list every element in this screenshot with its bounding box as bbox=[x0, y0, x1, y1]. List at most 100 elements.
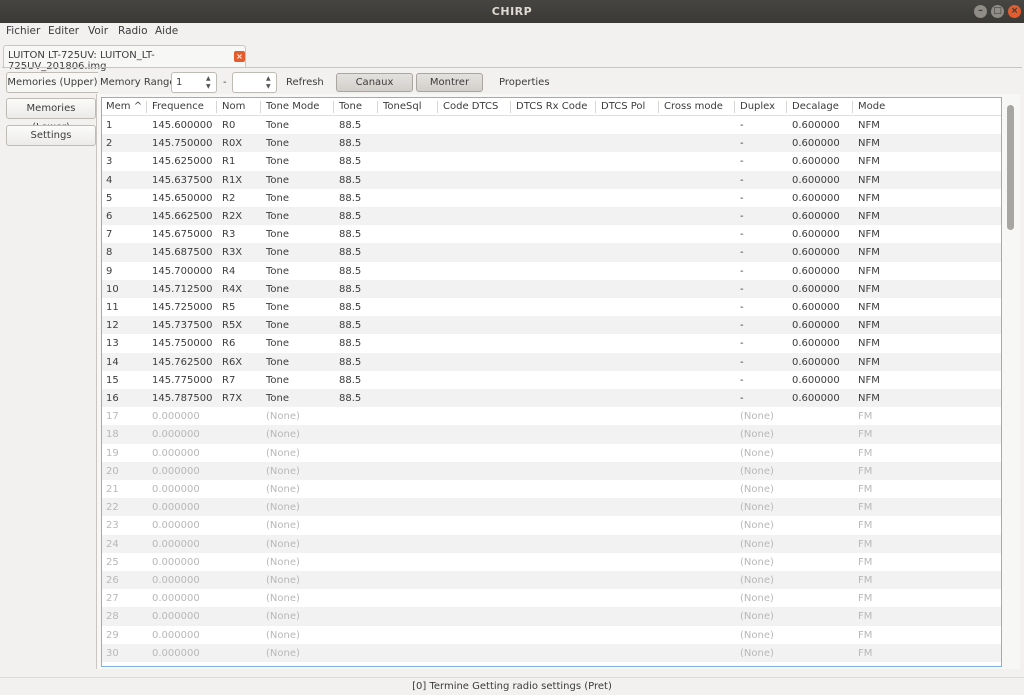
table-cell: 0.000000 bbox=[152, 429, 200, 441]
column-header-dtcs-rx-code[interactable]: DTCS Rx Code bbox=[516, 101, 587, 112]
column-header-tonesql[interactable]: ToneSql bbox=[383, 101, 422, 112]
table-cell: 15 bbox=[106, 374, 119, 386]
close-tab-icon[interactable]: × bbox=[234, 51, 245, 62]
table-row[interactable]: 30 0.000000 (None) (None) FM bbox=[102, 643, 1001, 662]
table-cell: 24 bbox=[106, 538, 119, 550]
table-cell: 145.750000 bbox=[152, 338, 213, 350]
table-cell: 145.750000 bbox=[152, 138, 213, 150]
table-row[interactable]: 27 0.000000 (None) (None) FM bbox=[102, 589, 1001, 607]
table-cell: 0.600000 bbox=[792, 174, 840, 186]
table-cell: 0.000000 bbox=[152, 484, 200, 495]
status-bar: [0] Termine Getting radio settings (Pret… bbox=[0, 677, 1024, 695]
table-cell: R5X bbox=[222, 320, 243, 332]
maximize-button[interactable]: □ bbox=[991, 5, 1004, 18]
table-cell: 88.5 bbox=[339, 265, 362, 277]
table-cell: - bbox=[740, 320, 744, 332]
properties-button[interactable]: Properties bbox=[499, 77, 550, 88]
column-header-cross-mode[interactable]: Cross mode bbox=[664, 101, 723, 112]
minimize-button[interactable]: – bbox=[974, 5, 987, 18]
range-end-spinner[interactable]: ▲▼ bbox=[232, 72, 277, 93]
table-cell: 0.600000 bbox=[792, 156, 840, 168]
table-cell: 1 bbox=[106, 120, 113, 131]
table-row[interactable]: 21 0.000000 (None) (None) FM bbox=[102, 480, 1001, 498]
table-row[interactable]: 10 145.712500 R4X Tone 88.5 - 0.600000 NFM bbox=[102, 279, 1001, 298]
sort-ascending-icon: ^ bbox=[133, 101, 143, 112]
refresh-button[interactable]: Refresh bbox=[286, 77, 324, 88]
table-row[interactable]: 24 0.000000 (None) (None) FM bbox=[102, 534, 1001, 553]
table-row[interactable]: 5 145.650000 R2 Tone 88.5 - 0.600000 NFM bbox=[102, 189, 1001, 207]
file-tab[interactable]: LUITON LT-725UV: LUITON_LT-725UV_201806.… bbox=[3, 45, 246, 72]
table-cell: 30 bbox=[106, 647, 119, 659]
table-cell: R2 bbox=[222, 192, 236, 204]
spin-arrows-icon[interactable]: ▲▼ bbox=[266, 75, 272, 91]
scrollbar-thumb[interactable] bbox=[1007, 105, 1014, 230]
range-start-spinner[interactable]: 1 ▲▼ bbox=[171, 72, 217, 93]
table-cell: 145.712500 bbox=[152, 283, 213, 295]
spin-arrows-icon[interactable]: ▲▼ bbox=[206, 75, 212, 91]
column-header-dtcs-pol[interactable]: DTCS Pol bbox=[601, 101, 645, 112]
menu-fichier[interactable]: Fichier bbox=[6, 25, 40, 37]
table-row[interactable]: 6 145.662500 R2X Tone 88.5 - 0.600000 NFM bbox=[102, 207, 1001, 226]
table-cell: NFM bbox=[858, 211, 880, 222]
column-header-code-dtcs[interactable]: Code DTCS bbox=[443, 101, 498, 112]
table-row[interactable]: 12 145.737500 R5X Tone 88.5 - 0.600000 NFM bbox=[102, 316, 1001, 335]
table-row[interactable]: 1 145.600000 R0 Tone 88.5 - 0.600000 NFM bbox=[102, 116, 1001, 134]
window-titlebar: CHIRP – □ × bbox=[0, 0, 1024, 23]
table-row[interactable]: 11 145.725000 R5 Tone 88.5 - 0.600000 NFM bbox=[102, 298, 1001, 316]
column-header-tone-mode[interactable]: Tone Mode bbox=[266, 101, 319, 112]
table-cell: Tone bbox=[266, 192, 290, 204]
table-row[interactable]: 26 0.000000 (None) (None) FM bbox=[102, 571, 1001, 590]
table-row[interactable]: 4 145.637500 R1X Tone 88.5 - 0.600000 NFM bbox=[102, 170, 1001, 189]
table-cell: (None) bbox=[266, 593, 300, 605]
table-cell: - bbox=[740, 265, 744, 277]
memory-table[interactable]: Mem ^ Frequence Nom Tone Mode Tone ToneS… bbox=[101, 97, 1002, 667]
table-cell: (None) bbox=[740, 593, 774, 605]
column-header-tone[interactable]: Tone bbox=[339, 101, 362, 112]
table-row[interactable]: 20 0.000000 (None) (None) FM bbox=[102, 461, 1001, 480]
table-row[interactable]: 13 145.750000 R6 Tone 88.5 - 0.600000 NFM bbox=[102, 334, 1001, 352]
table-cell: FM bbox=[858, 647, 873, 659]
table-row[interactable]: 3 145.625000 R1 Tone 88.5 - 0.600000 NFM bbox=[102, 152, 1001, 170]
table-row[interactable]: 25 0.000000 (None) (None) FM bbox=[102, 553, 1001, 571]
table-row[interactable]: 9 145.700000 R4 Tone 88.5 - 0.600000 NFM bbox=[102, 262, 1001, 280]
table-row[interactable]: 19 0.000000 (None) (None) FM bbox=[102, 444, 1001, 462]
table-row[interactable]: 23 0.000000 (None) (None) FM bbox=[102, 516, 1001, 534]
vertical-scrollbar[interactable] bbox=[1005, 97, 1017, 667]
table-cell: 20 bbox=[106, 465, 119, 477]
special-channels-toggle[interactable]: Canaux speciaux bbox=[336, 73, 413, 105]
menu-voir[interactable]: Voir bbox=[88, 25, 108, 37]
table-cell: NFM bbox=[858, 302, 880, 313]
menu-aide[interactable]: Aide bbox=[155, 25, 178, 37]
menu-editer[interactable]: Editer bbox=[48, 25, 79, 37]
show-empty-toggle[interactable]: Montrer vides bbox=[416, 73, 483, 105]
table-row[interactable]: 7 145.675000 R3 Tone 88.5 - 0.600000 NFM bbox=[102, 225, 1001, 243]
table-row[interactable]: 16 145.787500 R7X Tone 88.5 - 0.600000 NFM bbox=[102, 389, 1001, 408]
column-header-mem[interactable]: Mem ^ bbox=[106, 101, 142, 112]
table-row[interactable]: 18 0.000000 (None) (None) FM bbox=[102, 425, 1001, 444]
tab-settings[interactable]: Settings bbox=[6, 125, 96, 146]
column-header-duplex[interactable]: Duplex bbox=[740, 101, 775, 112]
column-header-mode[interactable]: Mode bbox=[858, 101, 885, 112]
menu-radio[interactable]: Radio bbox=[118, 25, 148, 37]
tab-memories-lower[interactable]: Memories (Lower) bbox=[6, 98, 96, 133]
table-row[interactable]: 17 0.000000 (None) (None) FM bbox=[102, 407, 1001, 425]
column-header-nom[interactable]: Nom bbox=[222, 101, 245, 112]
table-row[interactable]: 28 0.000000 (None) (None) FM bbox=[102, 607, 1001, 626]
table-cell: NFM bbox=[858, 138, 880, 150]
column-header-decalage[interactable]: Decalage bbox=[792, 101, 839, 112]
table-cell: (None) bbox=[740, 447, 774, 459]
table-cell: - bbox=[740, 138, 744, 150]
table-row[interactable]: 8 145.687500 R3X Tone 88.5 - 0.600000 NFM bbox=[102, 243, 1001, 262]
table-cell: 88.5 bbox=[339, 374, 362, 386]
table-cell: 18 bbox=[106, 429, 119, 441]
column-header-frequence[interactable]: Frequence bbox=[152, 101, 204, 112]
tab-memories-upper[interactable]: Memories (Upper) bbox=[6, 72, 98, 93]
close-window-button[interactable]: × bbox=[1008, 5, 1021, 18]
table-cell: R3 bbox=[222, 229, 236, 241]
table-row[interactable]: 14 145.762500 R6X Tone 88.5 - 0.600000 NFM bbox=[102, 352, 1001, 371]
table-cell: Tone bbox=[266, 120, 290, 131]
table-row[interactable]: 22 0.000000 (None) (None) FM bbox=[102, 498, 1001, 517]
table-row[interactable]: 29 0.000000 (None) (None) FM bbox=[102, 626, 1001, 644]
table-row[interactable]: 2 145.750000 R0X Tone 88.5 - 0.600000 NFM bbox=[102, 134, 1001, 153]
table-row[interactable]: 15 145.775000 R7 Tone 88.5 - 0.600000 NFM bbox=[102, 371, 1001, 389]
